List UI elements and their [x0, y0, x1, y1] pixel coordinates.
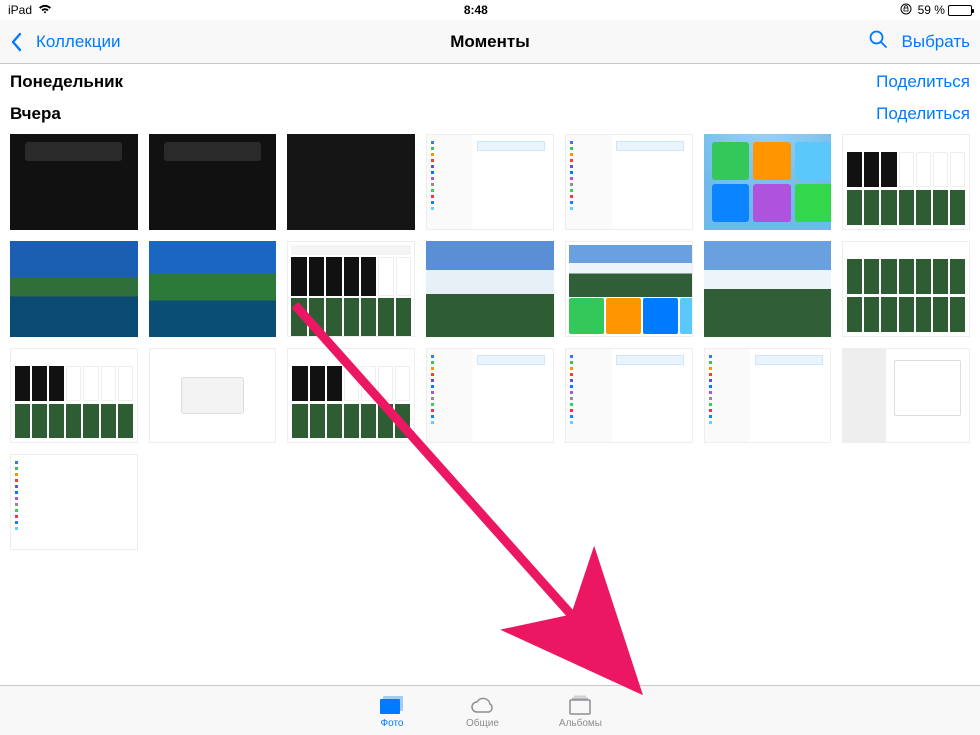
photo-thumbnail[interactable]	[149, 348, 277, 444]
chevron-left-icon	[10, 32, 22, 52]
photo-thumbnail[interactable]	[704, 241, 832, 337]
section-header-monday: Понедельник Поделиться	[0, 64, 980, 96]
share-button[interactable]: Поделиться	[876, 104, 970, 124]
page-title: Моменты	[450, 32, 529, 52]
photo-thumbnail[interactable]	[565, 134, 693, 230]
photo-thumbnail[interactable]	[842, 241, 970, 337]
photo-grid	[0, 128, 980, 550]
wifi-icon	[38, 3, 52, 17]
photo-thumbnail[interactable]	[565, 241, 693, 337]
tab-albums[interactable]: Альбомы	[559, 693, 602, 729]
status-bar: iPad 8:48 59 %	[0, 0, 980, 20]
section-title: Вчера	[10, 104, 61, 124]
select-button[interactable]: Выбрать	[902, 32, 970, 52]
photo-thumbnail[interactable]	[426, 241, 554, 337]
back-label: Коллекции	[36, 32, 120, 52]
battery-indicator: 59 %	[918, 3, 972, 17]
photo-thumbnail[interactable]	[10, 348, 138, 444]
device-label: iPad	[8, 3, 32, 17]
tab-label: Фото	[381, 718, 404, 729]
photo-thumbnail[interactable]	[287, 134, 415, 230]
photo-thumbnail[interactable]	[426, 134, 554, 230]
search-button[interactable]	[868, 29, 888, 54]
photo-thumbnail[interactable]	[565, 348, 693, 444]
section-title: Понедельник	[10, 72, 123, 92]
photo-thumbnail[interactable]	[149, 134, 277, 230]
photo-thumbnail[interactable]	[10, 454, 138, 550]
battery-pct: 59 %	[918, 3, 945, 17]
tab-label: Альбомы	[559, 718, 602, 729]
back-button[interactable]: Коллекции	[10, 32, 120, 52]
share-button[interactable]: Поделиться	[876, 72, 970, 92]
section-header-yesterday: Вчера Поделиться	[0, 96, 980, 128]
tab-label: Общие	[466, 718, 499, 729]
photo-thumbnail[interactable]	[287, 348, 415, 444]
cloud-icon	[468, 693, 496, 717]
photo-thumbnail[interactable]	[10, 134, 138, 230]
status-time: 8:48	[464, 3, 488, 17]
photo-thumbnail[interactable]	[287, 241, 415, 337]
nav-bar: Коллекции Моменты Выбрать	[0, 20, 980, 64]
photo-thumbnail[interactable]	[842, 348, 970, 444]
photo-thumbnail[interactable]	[426, 348, 554, 444]
photo-thumbnail[interactable]	[704, 134, 832, 230]
photo-thumbnail[interactable]	[704, 348, 832, 444]
tab-shared[interactable]: Общие	[466, 693, 499, 729]
albums-icon	[566, 693, 594, 717]
orientation-lock-icon	[900, 3, 912, 18]
photo-thumbnail[interactable]	[842, 134, 970, 230]
tab-photos[interactable]: Фото	[378, 693, 406, 729]
photo-thumbnail[interactable]	[10, 241, 138, 337]
photo-thumbnail[interactable]	[149, 241, 277, 337]
tab-bar: Фото Общие Альбомы	[0, 685, 980, 735]
photos-tab-icon	[378, 693, 406, 717]
search-icon	[868, 29, 888, 49]
